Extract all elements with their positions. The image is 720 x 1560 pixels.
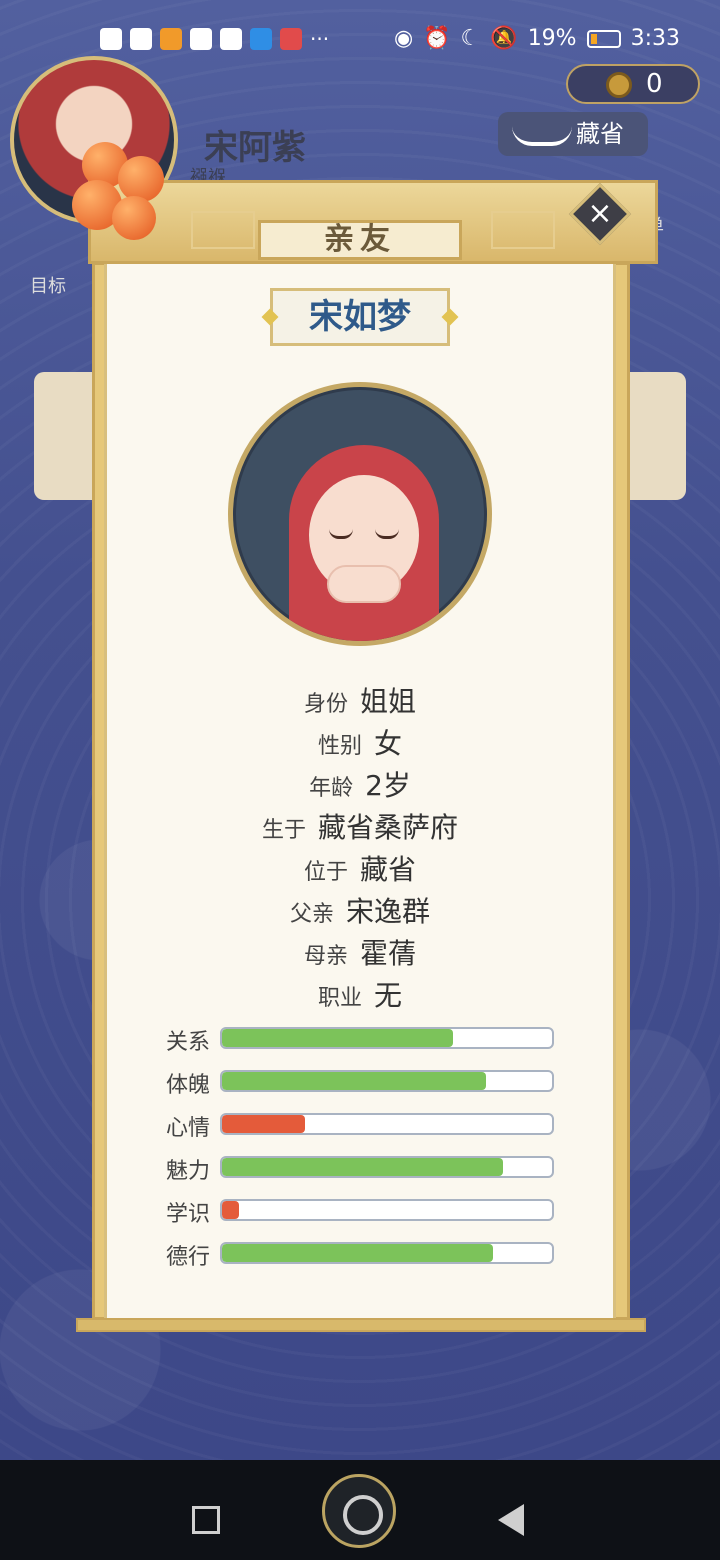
alarm-icon: ⏰	[423, 26, 451, 51]
alert-icon	[100, 28, 122, 50]
back-button[interactable]	[498, 1504, 524, 1536]
stat-fill	[222, 1115, 305, 1133]
stat-row: 学识	[166, 1198, 566, 1227]
wifi-icon	[130, 28, 152, 50]
info-row: 父亲 宋逸群	[289, 895, 431, 928]
relative-portrait	[228, 382, 492, 646]
eye-icon: ◉	[393, 26, 414, 51]
info-row: 位于 藏省	[303, 853, 417, 886]
stat-bar	[220, 1199, 554, 1221]
coin-counter[interactable]: 0	[566, 64, 700, 104]
scroll-roller	[76, 1318, 646, 1332]
stat-row: 德行	[166, 1241, 566, 1270]
coin-icon	[606, 72, 632, 98]
relative-name: 宋如梦	[270, 288, 450, 346]
qq-icon	[190, 28, 212, 50]
stat-bar	[220, 1027, 554, 1049]
stat-fill	[222, 1072, 486, 1090]
stat-bar	[220, 1070, 554, 1092]
stat-fill	[222, 1029, 453, 1047]
info-row: 性别女	[317, 727, 403, 760]
stat-fill	[222, 1201, 239, 1219]
battery-percent: 19%	[527, 26, 577, 51]
pavilion-icon	[512, 120, 572, 146]
candied-fruit-icon	[68, 140, 188, 250]
stat-row: 心情	[166, 1112, 566, 1141]
moon-icon: ☾	[460, 26, 481, 51]
home-button[interactable]	[322, 1474, 396, 1548]
navigation-bar	[0, 1460, 720, 1560]
clock: 3:33	[630, 26, 680, 51]
player-name: 宋阿紫	[204, 128, 306, 168]
more-notifications: ···	[310, 27, 330, 51]
stat-fill	[222, 1158, 503, 1176]
info-row: 职业无	[317, 979, 403, 1012]
browser-icon	[250, 28, 272, 50]
info-row: 身份 姐姐	[303, 685, 417, 718]
stat-bar	[220, 1156, 554, 1178]
system-icons: ◉ ⏰ ☾ 🔕 19% 3:33	[394, 26, 680, 51]
recent-apps-button[interactable]	[192, 1506, 220, 1534]
goal-label[interactable]: 目标	[30, 272, 66, 298]
battery-icon	[586, 29, 621, 48]
stat-bar	[220, 1242, 554, 1264]
panel-title: 亲友	[258, 220, 462, 260]
info-row: 母亲 霍蒨	[303, 937, 417, 970]
mute-icon: 🔕	[490, 26, 518, 51]
notification-icons: ···	[100, 28, 329, 50]
stat-row: 魅力	[166, 1155, 566, 1184]
phone-alert-icon	[220, 28, 242, 50]
status-bar: ··· ◉ ⏰ ☾ 🔕 19% 3:33	[0, 22, 720, 62]
book-icon	[280, 28, 302, 50]
coin-value: 0	[646, 69, 663, 99]
stat-fill	[222, 1244, 493, 1262]
info-row: 年龄 2岁	[309, 769, 411, 802]
stat-row: 体魄	[166, 1069, 566, 1098]
stat-bar	[220, 1113, 554, 1135]
info-row: 生于 藏省桑萨府	[261, 811, 459, 844]
weibo-icon	[160, 28, 182, 50]
close-icon: ×	[587, 196, 613, 231]
stat-row: 关系	[166, 1026, 566, 1055]
